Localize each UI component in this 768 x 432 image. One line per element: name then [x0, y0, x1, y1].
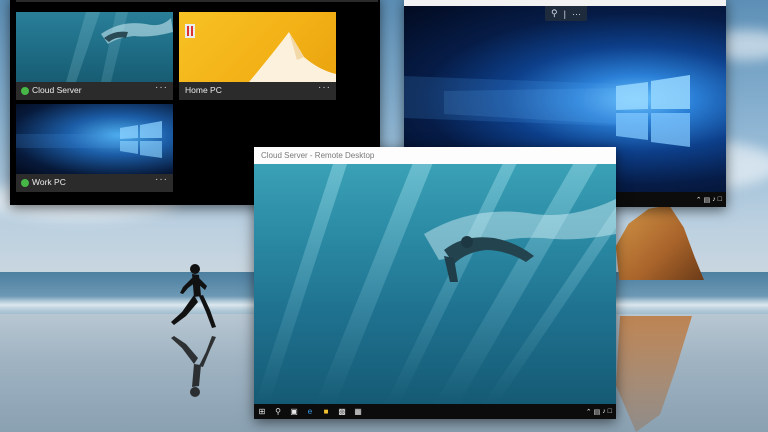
underwater-desktop[interactable]	[254, 164, 616, 404]
session-toolbar: ⚲ | ···	[545, 6, 587, 21]
cloud-server-thumbnail	[16, 12, 173, 82]
search-icon[interactable]: ⚲	[270, 407, 286, 416]
home-pc-thumbnail	[179, 12, 336, 82]
online-status-dot	[21, 87, 29, 95]
task-view-icon[interactable]: ▣	[286, 407, 302, 416]
network-icon[interactable]: ▤	[594, 408, 601, 416]
network-icon[interactable]: ▤	[704, 196, 711, 204]
cloud-server-remote-desktop-window[interactable]: Cloud Server - Remote Desktop ⊞ ⚲ ▣ e ■ …	[254, 147, 616, 419]
edge-browser-icon[interactable]: e	[302, 407, 318, 416]
more-options-icon[interactable]: ···	[318, 82, 331, 93]
file-explorer-icon[interactable]: ■	[318, 407, 334, 416]
tile-label: Home PC	[185, 85, 222, 95]
more-options-icon[interactable]: ···	[155, 82, 168, 93]
runner-silhouette	[171, 264, 216, 328]
pc-tile-cloud-server[interactable]: Cloud Server ···	[16, 12, 173, 100]
cmd-icon[interactable]: ▩	[334, 407, 350, 416]
runner-reflection	[171, 336, 216, 397]
system-tray: ⌃ ▤ ♪ □	[696, 196, 726, 204]
windows-logo-icon[interactable]: ⊞	[254, 407, 270, 416]
tile-label: Work PC	[32, 177, 66, 187]
launcher-top-bar	[16, 0, 378, 2]
chevron-up-icon[interactable]: ⌃	[696, 196, 702, 204]
window-title: Cloud Server - Remote Desktop	[261, 151, 375, 160]
taskbar: ⊞ ⚲ ▣ e ■ ▩ ▦ ⌃ ▤ ♪ □	[254, 404, 616, 419]
more-options-icon[interactable]: ···	[155, 174, 168, 185]
window-title-bar[interactable]: Cloud Server - Remote Desktop	[254, 147, 616, 164]
volume-icon[interactable]: ♪	[712, 196, 716, 204]
tile-label: Cloud Server	[32, 85, 82, 95]
pc-tile-work-pc[interactable]: Work PC ···	[16, 104, 173, 192]
pc-tile-home-pc[interactable]: Home PC ···	[179, 12, 336, 100]
chevron-up-icon[interactable]: ⌃	[586, 408, 592, 416]
zoom-icon[interactable]: ⚲	[551, 8, 558, 19]
system-tray: ⌃ ▤ ♪ □	[586, 408, 616, 416]
tile-caption: Cloud Server ···	[16, 82, 173, 100]
tile-caption: Work PC ···	[16, 174, 173, 192]
notification-icon[interactable]: □	[718, 196, 722, 204]
toolbar-separator: |	[563, 8, 566, 19]
tile-caption: Home PC ···	[179, 82, 336, 100]
swimmer-image	[424, 199, 616, 282]
notepad-icon[interactable]: ▦	[350, 407, 366, 416]
notification-icon[interactable]: □	[608, 408, 612, 416]
work-pc-thumbnail	[16, 104, 173, 174]
online-status-dot	[21, 179, 29, 187]
more-options-icon[interactable]: ···	[572, 9, 581, 19]
volume-icon[interactable]: ♪	[602, 408, 606, 416]
